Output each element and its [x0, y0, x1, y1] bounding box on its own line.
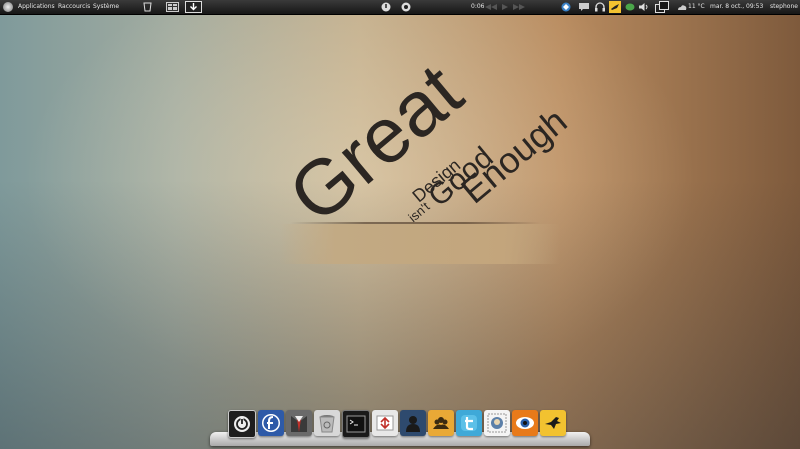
wallpaper-shelf-cover [280, 224, 560, 264]
workspace-switcher-icon[interactable] [655, 1, 669, 13]
clock[interactable]: mar. 8 oct., 09:53 [710, 0, 763, 14]
firewall-icon[interactable] [372, 410, 398, 436]
menu-systeme[interactable]: Système [93, 0, 119, 14]
pidgin-icon[interactable] [625, 2, 635, 12]
weather-icon [678, 5, 687, 10]
menu-raccourcis[interactable]: Raccourcis [58, 0, 90, 14]
network-icon[interactable] [560, 2, 572, 12]
calculator-icon[interactable] [166, 2, 179, 12]
suit-icon[interactable] [286, 410, 312, 436]
mail-stamp-icon[interactable] [484, 410, 510, 436]
bird-icon[interactable] [540, 410, 566, 436]
media-time: 0:06 [471, 3, 485, 10]
download-icon[interactable] [185, 1, 202, 13]
wallpaper-shelf-line [290, 222, 540, 224]
media-controls-icon[interactable] [485, 4, 525, 10]
wallpaper-word-great: Great [272, 46, 479, 240]
user-menu[interactable]: stephone [770, 0, 798, 14]
eye-icon[interactable] [512, 410, 538, 436]
terminal-icon[interactable] [342, 410, 370, 438]
trash-icon[interactable] [314, 410, 340, 436]
fedora-icon[interactable] [258, 410, 284, 436]
chat-icon[interactable] [578, 2, 590, 12]
power-icon[interactable] [228, 410, 256, 438]
top-panel: Applications Raccourcis Système 0:06 11 … [0, 0, 800, 15]
update-icon[interactable] [400, 2, 412, 12]
gwibber-icon[interactable] [609, 1, 621, 13]
user-account-icon[interactable] [400, 410, 426, 436]
headphones-icon[interactable] [594, 2, 606, 12]
volume-icon[interactable] [638, 2, 650, 12]
menu-applications[interactable]: Applications [18, 0, 55, 14]
contacts-icon[interactable] [428, 410, 454, 436]
fedora-menu-icon[interactable] [3, 2, 13, 12]
dock [228, 410, 566, 440]
glass-icon[interactable] [142, 2, 153, 12]
temperature[interactable]: 11 °C [688, 0, 705, 14]
twitter-icon[interactable] [456, 410, 482, 436]
power-manager-icon[interactable] [380, 2, 392, 12]
